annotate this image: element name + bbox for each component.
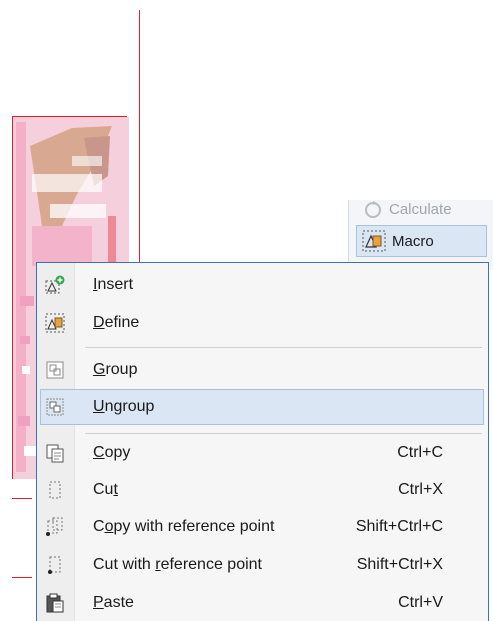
define-macro-icon [45,313,65,333]
menu-item-label: Paste [93,594,134,611]
menu-item-label: Cut with reference point [93,556,262,573]
menu-item-shortcut: Shift+Ctrl+X [356,556,443,573]
menu-item-label: Ungroup [93,398,155,415]
menu-item-paste[interactable]: Paste Ctrl+V [37,585,488,621]
drawing-line-lower [12,498,32,499]
drawing-line-lowest [12,577,32,578]
context-menu: Insert Define Group Ungroup Copy Ctrl+C … [36,262,489,621]
menu-item-shortcut: Shift+Ctrl+C [355,518,443,535]
menu-item-cut-with-reference-point[interactable]: Cut with reference point Shift+Ctrl+X [37,547,488,583]
menu-separator [85,347,482,348]
macro-button[interactable]: Macro [356,225,487,257]
ungroup-icon [46,398,64,416]
calculate-icon [365,201,381,218]
menu-item-label: Insert [93,276,134,293]
menu-item-copy-with-reference-point[interactable]: Copy with reference point Shift+Ctrl+C [37,509,488,545]
cut-reference-icon [48,556,61,574]
menu-separator [85,433,482,434]
macro-label: Macro [392,232,434,250]
menu-item-shortcut: Ctrl+V [398,594,443,611]
paste-icon [46,593,64,613]
menu-item-ungroup[interactable]: Ungroup [37,389,488,425]
menu-item-label: Define [93,314,140,331]
menu-item-shortcut: Ctrl+C [397,444,443,461]
menu-item-label: Cut [93,481,118,498]
menu-item-label: Group [93,361,138,378]
menu-item-label: Copy [93,444,131,461]
copy-reference-icon [46,517,63,536]
menu-item-define[interactable]: Define [37,305,488,341]
ribbon-group: Calculate Macro [348,200,493,270]
menu-item-cut[interactable]: Cut Ctrl+X [37,472,488,508]
copy-icon [46,444,64,463]
menu-item-copy[interactable]: Copy Ctrl+C [37,435,488,471]
menu-item-insert[interactable]: Insert [37,267,488,303]
insert-macro-icon [45,275,65,294]
menu-item-label: Copy with reference point [93,518,275,535]
macro-icon [362,230,386,252]
calculate-label: Calculate [389,200,452,218]
menu-item-group[interactable]: Group [37,352,488,388]
cut-icon [49,481,61,499]
calculate-button[interactable]: Calculate [363,198,452,220]
menu-item-shortcut: Ctrl+X [398,481,443,498]
group-icon [46,361,64,379]
